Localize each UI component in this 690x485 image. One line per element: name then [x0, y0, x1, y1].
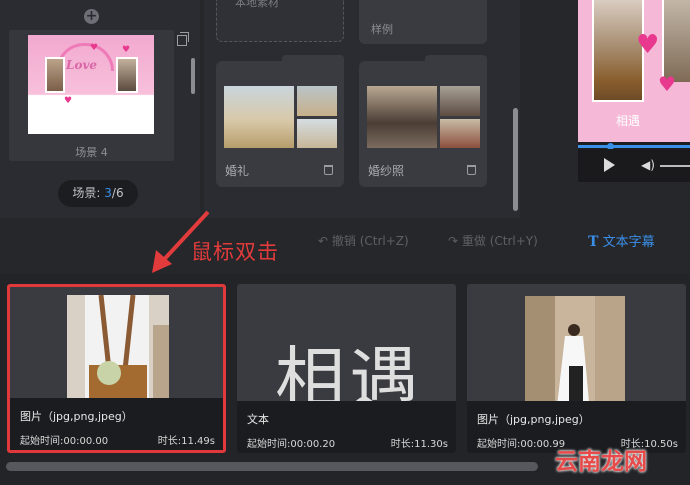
- redo-label: 重做 (Ctrl+Y): [461, 234, 538, 248]
- heart-icon: ♥: [64, 96, 73, 106]
- preview-progress-bar[interactable]: [578, 145, 690, 148]
- heart-icon: ♥: [658, 72, 676, 96]
- folder-preview-small: [440, 119, 480, 148]
- scene-counter-prefix: 场景:: [72, 186, 105, 200]
- heart-icon: ♥: [122, 45, 131, 55]
- edit-toolbar: ↶ 撤销 (Ctrl+Z) ↷ 重做 (Ctrl+Y) T 文本字幕: [0, 220, 690, 260]
- text-icon: T: [588, 234, 599, 250]
- scene-thumbnail: Love ♥ ♥ ♥: [28, 35, 154, 134]
- heart-icon: ♥: [90, 43, 99, 53]
- folder-preview-large: [224, 86, 294, 148]
- scene-panel: + Love ♥ ♥ ♥ 场景 4 场景: 3/6: [0, 0, 200, 218]
- redo-icon: ↷: [448, 234, 462, 248]
- copy-icon[interactable]: [177, 32, 189, 46]
- scene-counter-total: /6: [111, 186, 124, 200]
- clip-start-time: 起始时间:00:00.00: [20, 436, 109, 447]
- watermark: 云南龙网: [555, 449, 647, 475]
- volume-icon[interactable]: ◀): [641, 159, 655, 172]
- scene-scrollbar[interactable]: [191, 58, 195, 94]
- clip-info: 图片（jpg,png,jpeg） 起始时间:00:00.00 时长:11.49s: [10, 398, 223, 450]
- volume-slider[interactable]: [660, 165, 690, 167]
- clip-start-time: 起始时间:00:00.99: [477, 439, 566, 450]
- scene-card[interactable]: Love ♥ ♥ ♥ 场景 4: [9, 30, 174, 161]
- template-sample-label: 样例: [371, 23, 393, 36]
- thumb-love-text: Love: [66, 58, 98, 72]
- video-preview: ♥ ♥ 相遇 ◀): [578, 0, 690, 182]
- folder-preview-large: [367, 86, 437, 148]
- clip-duration: 时长:11.30s: [390, 439, 448, 450]
- timeline-clip-image-2[interactable]: 图片（jpg,png,jpeg） 起始时间:00:00.99 时长:10.50s: [467, 284, 686, 453]
- timeline-clip-image-1[interactable]: 图片（jpg,png,jpeg） 起始时间:00:00.00 时长:11.49s: [7, 284, 226, 453]
- folder-name: 婚礼: [225, 164, 250, 178]
- timeline-scrollbar[interactable]: [6, 462, 538, 471]
- heart-icon: ♥: [636, 30, 660, 60]
- preview-photo-secondary: [662, 0, 690, 82]
- timeline-clip-text[interactable]: 相遇 文本 起始时间:00:00.20 时长:11.30s: [237, 284, 456, 453]
- text-subtitle-button[interactable]: T 文本字幕: [588, 231, 655, 250]
- text-subtitle-label: 文本字幕: [602, 235, 655, 250]
- clip-type: 图片（jpg,png,jpeg）: [20, 410, 133, 423]
- preview-controls: ◀): [578, 149, 690, 182]
- thumb-photo-left: [45, 57, 65, 93]
- template-local-label: 本地素材: [235, 0, 279, 9]
- preview-frame: ♥ ♥ 相遇: [578, 0, 690, 142]
- folder-preview-small: [440, 86, 480, 116]
- clip-duration: 时长:11.49s: [157, 436, 215, 447]
- folder-preview-small: [297, 119, 337, 148]
- trash-icon[interactable]: [467, 165, 476, 175]
- scene-label: 场景 4: [75, 146, 108, 159]
- clip-type: 图片（jpg,png,jpeg）: [477, 413, 590, 426]
- trash-icon[interactable]: [324, 165, 333, 175]
- template-local-folder[interactable]: 本地素材: [216, 0, 344, 42]
- undo-button[interactable]: ↶ 撤销 (Ctrl+Z): [318, 232, 409, 249]
- template-panel: 本地素材 样例 婚礼 婚纱照: [204, 0, 520, 218]
- plus-circle-icon[interactable]: +: [84, 9, 99, 24]
- preview-caption: 相遇: [616, 114, 641, 128]
- annotation-text: 鼠标双击: [191, 240, 279, 264]
- template-sample-folder[interactable]: 样例: [359, 0, 487, 44]
- thumb-photo-right: [116, 57, 138, 93]
- play-icon[interactable]: [604, 158, 615, 172]
- scene-counter-current: 3: [104, 186, 112, 200]
- clip-info: 文本 起始时间:00:00.20 时长:11.30s: [237, 401, 456, 453]
- clip-start-time: 起始时间:00:00.20: [247, 439, 336, 450]
- redo-button[interactable]: ↷ 重做 (Ctrl+Y): [448, 232, 538, 249]
- undo-label: 撤销 (Ctrl+Z): [331, 234, 409, 248]
- undo-icon: ↶: [318, 234, 332, 248]
- template-scrollbar[interactable]: [513, 108, 518, 211]
- timeline: 图片（jpg,png,jpeg） 起始时间:00:00.00 时长:11.49s…: [0, 274, 690, 485]
- scene-counter: 场景: 3/6: [58, 180, 138, 207]
- folder-preview-small: [297, 86, 337, 116]
- template-folder-wedding[interactable]: 婚礼: [216, 55, 344, 187]
- folder-name: 婚纱照: [368, 164, 405, 178]
- template-folder-wedding-photo[interactable]: 婚纱照: [359, 55, 487, 187]
- clip-type: 文本: [247, 413, 269, 426]
